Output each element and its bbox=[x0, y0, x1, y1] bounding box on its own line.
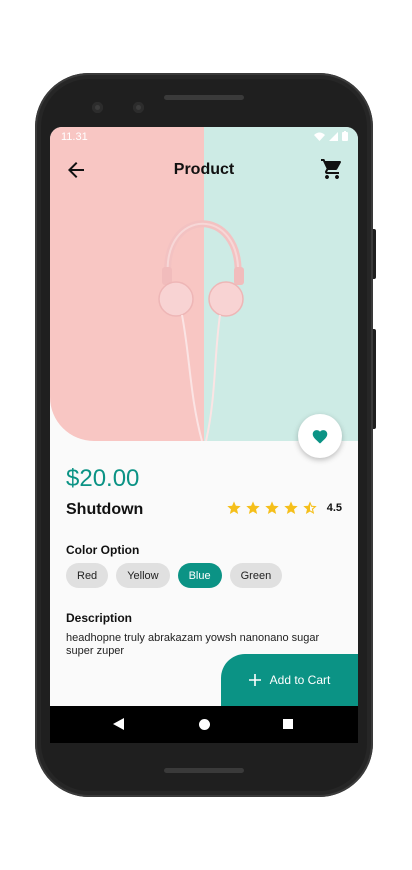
star-icon bbox=[246, 501, 260, 514]
plus-icon bbox=[248, 674, 261, 686]
page-title: Product bbox=[173, 161, 235, 178]
app-bar: Product bbox=[50, 149, 358, 189]
status-icons bbox=[314, 131, 348, 141]
description-label: Description bbox=[66, 611, 133, 625]
signal-icon bbox=[329, 131, 338, 141]
color-option-label: Color Option bbox=[66, 543, 140, 557]
nav-back-icon[interactable] bbox=[113, 718, 124, 730]
star-icon bbox=[284, 501, 298, 514]
front-camera bbox=[92, 102, 103, 113]
product-price: $20.00 bbox=[66, 465, 140, 492]
battery-icon bbox=[342, 131, 348, 141]
add-to-cart-label: Add to Cart bbox=[269, 673, 331, 687]
status-bar: 11.31 bbox=[50, 127, 358, 147]
power-button bbox=[373, 329, 376, 429]
app-screen: 11.31 Product $20.00 Shutdown 4.5 Color … bbox=[50, 127, 358, 743]
product-rating: 4.5 bbox=[226, 500, 342, 516]
favorite-button[interactable] bbox=[298, 414, 342, 458]
nav-home-icon[interactable] bbox=[199, 719, 210, 730]
star-half-icon bbox=[303, 501, 317, 514]
star-icon bbox=[265, 501, 279, 514]
add-to-cart-button[interactable]: Add to Cart bbox=[221, 654, 358, 706]
color-chip-yellow[interactable]: Yellow bbox=[116, 563, 170, 588]
product-hero-image: 11.31 Product bbox=[50, 127, 358, 441]
product-name: Shutdown bbox=[66, 501, 144, 518]
volume-button bbox=[373, 229, 376, 279]
earpiece-speaker bbox=[164, 95, 244, 100]
star-icon bbox=[227, 501, 241, 514]
color-chip-blue[interactable]: Blue bbox=[177, 563, 222, 588]
color-chip-green[interactable]: Green bbox=[229, 563, 283, 588]
system-navigation-bar bbox=[50, 706, 358, 743]
wifi-icon bbox=[314, 132, 325, 141]
front-sensor bbox=[133, 102, 144, 113]
status-time: 11.31 bbox=[61, 131, 88, 143]
heart-icon bbox=[312, 430, 328, 444]
shopping-cart-icon[interactable] bbox=[320, 157, 344, 181]
bottom-speaker bbox=[164, 768, 244, 773]
rating-value: 4.5 bbox=[326, 502, 342, 514]
color-chip-red[interactable]: Red bbox=[66, 563, 109, 588]
color-option-chips: Red Yellow Blue Green bbox=[66, 563, 283, 588]
nav-recents-icon[interactable] bbox=[283, 719, 293, 729]
